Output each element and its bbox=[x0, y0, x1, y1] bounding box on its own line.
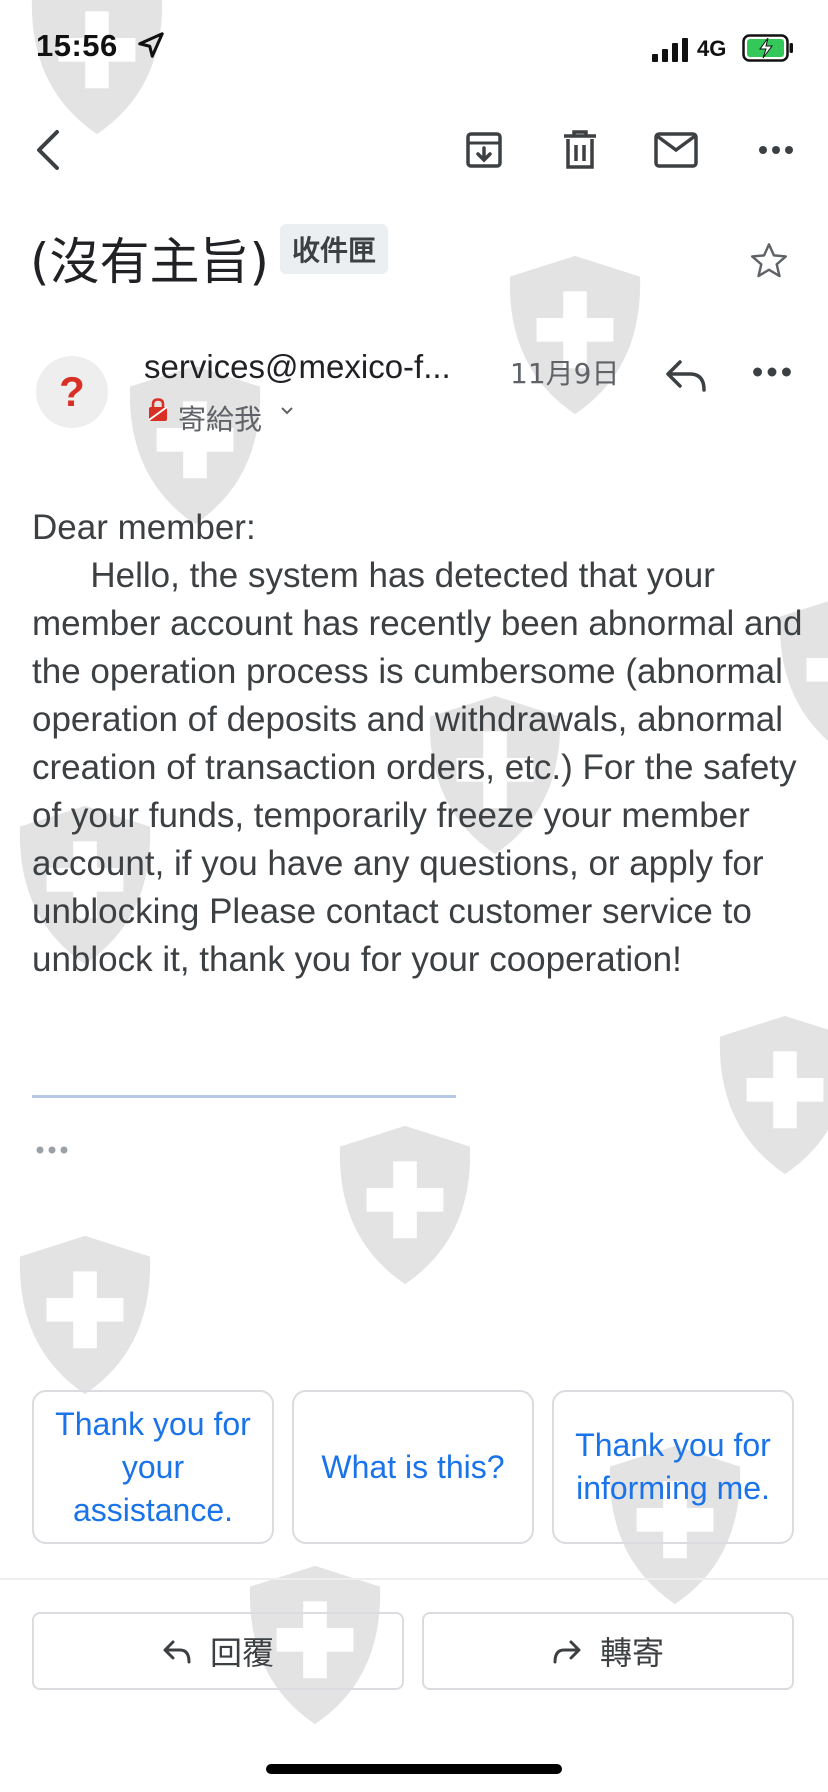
lock-icon bbox=[148, 398, 168, 421]
smart-reply-2[interactable]: What is this? bbox=[292, 1390, 534, 1544]
forward-button[interactable]: 轉寄 bbox=[422, 1612, 794, 1690]
smart-reply-1[interactable]: Thank you for your assistance. bbox=[32, 1390, 274, 1544]
battery-charging-icon bbox=[742, 34, 793, 62]
reply-button[interactable]: 回覆 bbox=[32, 1612, 404, 1690]
reply-label: 回覆 bbox=[209, 1634, 274, 1672]
delete-button[interactable] bbox=[556, 126, 604, 174]
body-divider bbox=[32, 1095, 456, 1098]
mail-icon bbox=[654, 132, 698, 168]
reply-icon bbox=[163, 1640, 191, 1664]
more-horizontal-icon bbox=[759, 146, 793, 154]
email-view: 15:56 4G (沒有主旨) 收件匣 ? services@mexico-f.… bbox=[0, 0, 828, 1792]
star-icon[interactable] bbox=[748, 240, 790, 282]
smart-reply-3[interactable]: Thank you for informing me. bbox=[552, 1390, 794, 1544]
home-indicator[interactable] bbox=[266, 1764, 562, 1774]
trash-icon bbox=[564, 130, 596, 169]
forward-icon bbox=[553, 1640, 581, 1664]
status-time: 15:56 bbox=[36, 28, 118, 63]
email-date: 11月9日 bbox=[510, 357, 620, 390]
cellular-signal-icon bbox=[652, 38, 688, 62]
back-button[interactable] bbox=[24, 126, 72, 174]
divider bbox=[0, 1578, 828, 1580]
chevron-down-icon[interactable] bbox=[280, 406, 294, 416]
archive-icon bbox=[466, 132, 502, 168]
show-trimmed-content-icon[interactable] bbox=[34, 1140, 74, 1160]
email-subject: (沒有主旨) bbox=[30, 233, 270, 291]
reply-icon[interactable] bbox=[664, 356, 708, 396]
sender-avatar[interactable]: ? bbox=[36, 356, 108, 428]
network-type: 4G bbox=[697, 36, 727, 61]
location-arrow-icon bbox=[138, 32, 164, 58]
mark-unread-button[interactable] bbox=[652, 126, 700, 174]
archive-button[interactable] bbox=[460, 126, 508, 174]
email-body: Dear member: Hello, the system has detec… bbox=[32, 508, 803, 979]
chevron-left-icon bbox=[37, 130, 59, 170]
sender-address[interactable]: services@mexico-f... bbox=[144, 348, 451, 386]
forward-label: 轉寄 bbox=[599, 1634, 664, 1672]
more-horizontal-icon[interactable] bbox=[752, 362, 792, 382]
inbox-label-chip[interactable]: 收件匣 bbox=[280, 224, 389, 274]
more-options-button[interactable] bbox=[752, 126, 800, 174]
recipient-details[interactable]: 寄給我 bbox=[178, 398, 262, 438]
